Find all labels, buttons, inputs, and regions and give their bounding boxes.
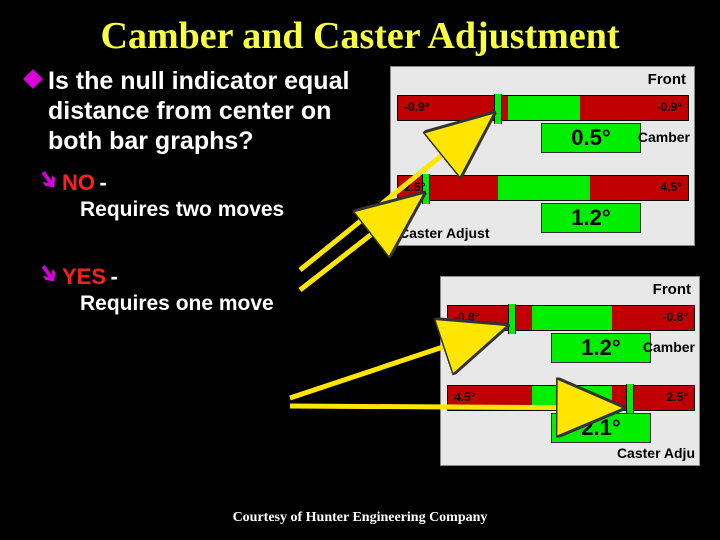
- bar-notch-icon: [494, 94, 502, 124]
- panel2-caster-label: Caster Adju: [617, 445, 695, 461]
- panel1-caster-value: 1.2°: [541, 203, 641, 233]
- arrow-down-icon: ➔: [32, 165, 63, 195]
- panel2-caster-bar: 4.5° 2.5°: [447, 385, 695, 411]
- bar-green-zone: [532, 386, 612, 410]
- answer-no-detail: Requires two moves: [62, 198, 380, 222]
- panel2-camber-right: -0.8°: [663, 310, 688, 324]
- arrow-down-icon: ➔: [32, 259, 63, 289]
- panel1-header: Front: [648, 71, 686, 88]
- gauge-panel-bottom: Front -0.8° -0.8° 1.2° Camber 4.5° 2.5° …: [440, 276, 700, 466]
- panel1-caster-label: Caster Adjust: [399, 225, 490, 241]
- panel1-caster-right: 4.5°: [661, 180, 682, 194]
- panel1-caster-bar: 2.5° 4.5°: [397, 175, 689, 201]
- slide-title: Camber and Caster Adjustment: [0, 0, 720, 66]
- credit-line: Courtesy of Hunter Engineering Company: [0, 510, 720, 526]
- panel1-camber-bar: -0.9° -0.9°: [397, 95, 689, 121]
- panel2-camber-value: 1.2°: [551, 333, 651, 363]
- panel2-caster-right: 2.5°: [667, 390, 688, 404]
- content-row: Is the null indicator equal distance fro…: [0, 66, 720, 316]
- answer-yes-suffix: -: [110, 264, 117, 289]
- gauge-panel-top: Front -0.9° -0.9° 0.5° Camber 2.5° 4.5° …: [390, 66, 695, 246]
- panel2-camber-bar: -0.8° -0.8°: [447, 305, 695, 331]
- answer-yes-label: YES: [62, 264, 106, 289]
- question-label: Is the null indicator equal distance fro…: [48, 67, 349, 155]
- diamond-bullet-icon: [23, 69, 43, 89]
- panel2-caster-value: 2.1°: [551, 413, 651, 443]
- panel1-camber-left: -0.9°: [404, 100, 429, 114]
- answer-no: ➔ NO - Requires two moves: [20, 170, 380, 222]
- bar-notch-icon: [626, 384, 634, 414]
- right-column: Front -0.9° -0.9° 0.5° Camber 2.5° 4.5° …: [380, 66, 700, 316]
- panel1-camber-value: 0.5°: [541, 123, 641, 153]
- answer-yes-detail: Requires one move: [62, 292, 380, 316]
- panel2-camber-label: Camber: [643, 339, 695, 355]
- answer-no-label: NO: [62, 170, 95, 195]
- answer-yes: ➔ YES - Requires one move: [20, 264, 380, 316]
- bar-notch-icon: [508, 304, 516, 334]
- panel1-caster-left: 2.5°: [404, 180, 425, 194]
- answer-no-suffix: -: [99, 170, 106, 195]
- panel2-header: Front: [653, 281, 691, 298]
- panel1-camber-label: Camber: [638, 129, 690, 145]
- bar-green-zone: [508, 96, 580, 120]
- bar-green-zone: [532, 306, 612, 330]
- panel2-caster-left: 4.5°: [454, 390, 475, 404]
- panel1-camber-right: -0.9°: [657, 100, 682, 114]
- panel2-camber-left: -0.8°: [454, 310, 479, 324]
- left-column: Is the null indicator equal distance fro…: [20, 66, 380, 316]
- bar-green-zone: [498, 176, 590, 200]
- question-text: Is the null indicator equal distance fro…: [20, 66, 380, 156]
